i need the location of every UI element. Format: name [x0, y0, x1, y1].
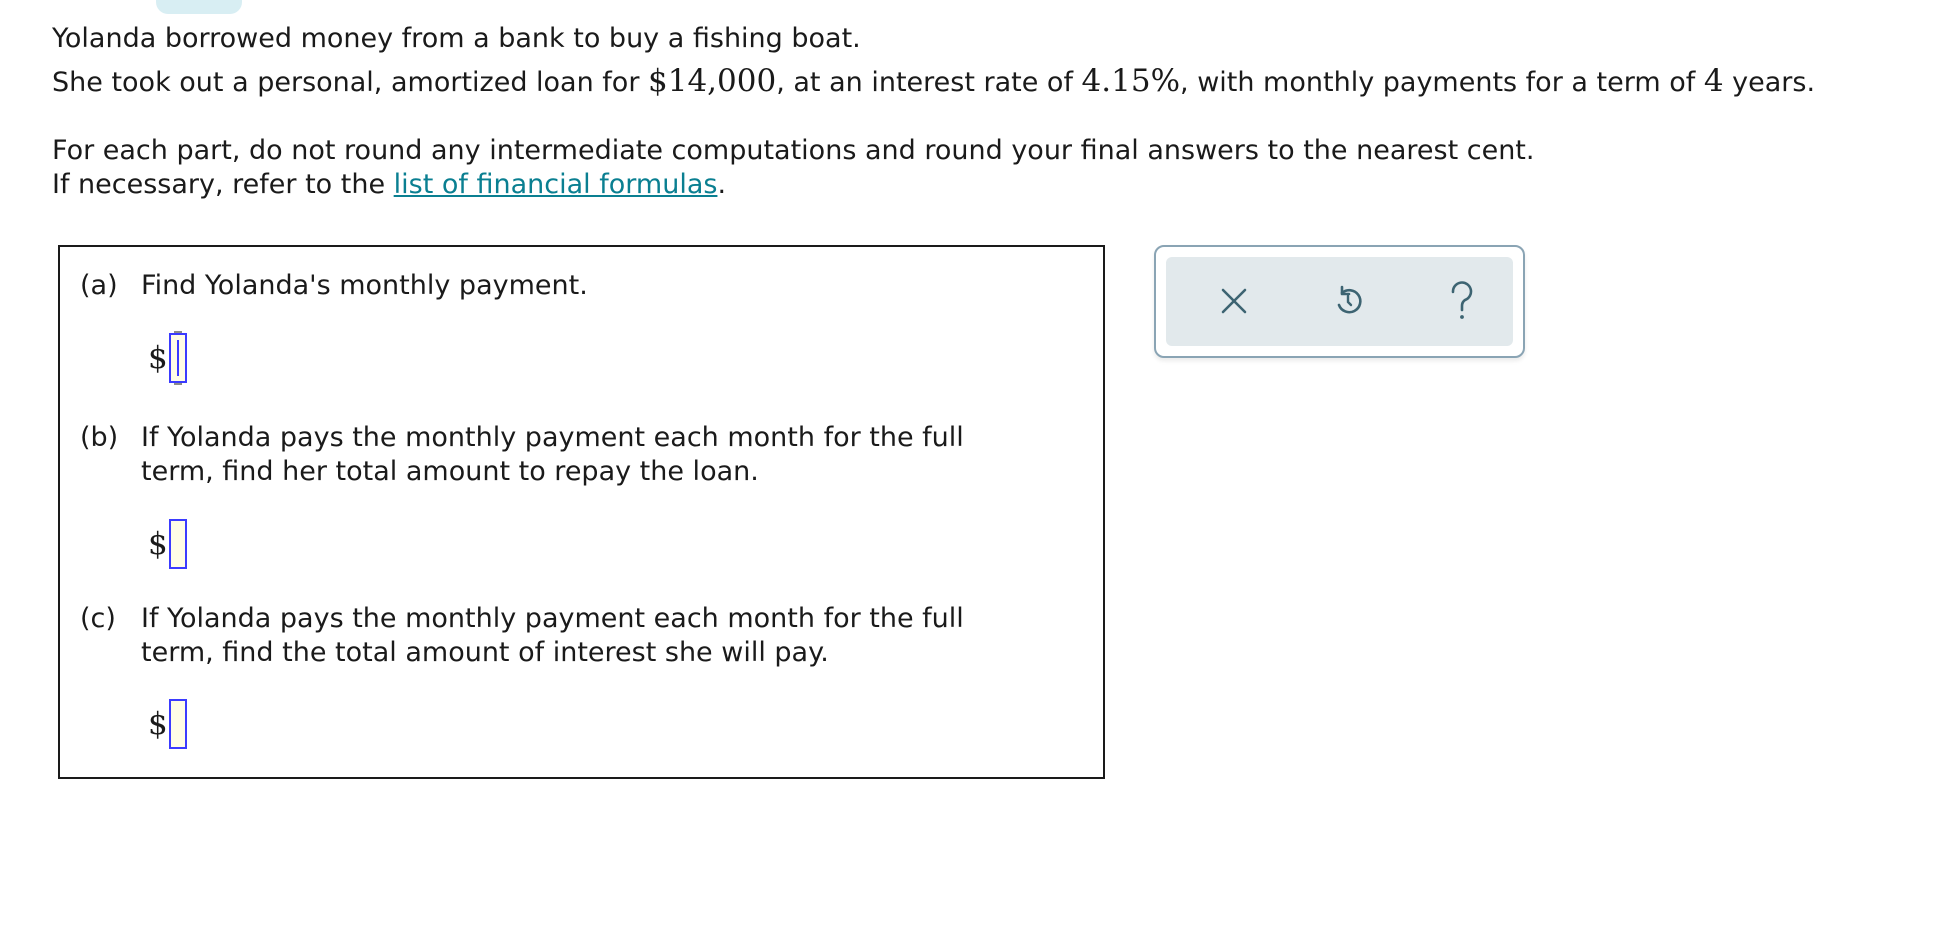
problem-line-2: She took out a personal, amortized loan …: [52, 60, 1932, 104]
top-tab[interactable]: [156, 0, 242, 14]
instructions: For each part, do not round any intermed…: [52, 134, 1534, 202]
close-icon: [1221, 288, 1247, 314]
undo-button[interactable]: [1322, 275, 1374, 327]
cursor-tick-top: [173, 331, 182, 333]
help-icon: [1451, 281, 1473, 319]
answer-b-input[interactable]: [168, 519, 187, 569]
part-b: (b) If Yolanda pays the monthly payment …: [80, 421, 1041, 489]
instructions-line-2: If necessary, refer to the list of finan…: [52, 168, 1534, 202]
answer-b: $: [148, 519, 187, 569]
answer-b-currency: $: [148, 526, 168, 562]
loan-amount: $14,000: [648, 63, 777, 99]
cursor-tick-bottom: [173, 383, 182, 385]
part-c-text: If Yolanda pays the monthly payment each…: [141, 603, 964, 668]
answer-a-input[interactable]: [168, 331, 187, 385]
part-a-letter: (a): [80, 270, 118, 301]
clear-button[interactable]: [1208, 275, 1260, 327]
part-b-letter: (b): [80, 422, 119, 453]
toolbar-inner: [1166, 257, 1513, 346]
question-box: (a) Find Yolanda's monthly payment. $ (b…: [58, 245, 1105, 779]
undo-icon: [1337, 285, 1362, 314]
instructions-line-1: For each part, do not round any intermed…: [52, 135, 1535, 166]
help-button[interactable]: [1436, 275, 1488, 327]
answer-a: $: [148, 331, 187, 385]
instructions-line-2-end: .: [717, 169, 727, 200]
answer-a-currency: $: [148, 340, 168, 376]
problem-statement: Yolanda borrowed money from a bank to bu…: [52, 18, 1932, 104]
problem-line-2-middle-2: , with monthly payments for a term of: [1180, 67, 1704, 98]
part-b-text: If Yolanda pays the monthly payment each…: [141, 422, 964, 487]
loan-term: 4: [1703, 63, 1724, 99]
answer-c: $: [148, 699, 187, 749]
answer-toolbar: [1154, 245, 1525, 358]
problem-line-2-start: She took out a personal, amortized loan …: [52, 67, 649, 98]
problem-line-2-end: years.: [1723, 67, 1816, 98]
page: Yolanda borrowed money from a bank to bu…: [0, 0, 1946, 940]
answer-c-currency: $: [148, 706, 168, 742]
interest-rate: 4.15%: [1081, 63, 1181, 99]
answer-c-input[interactable]: [168, 699, 187, 749]
instructions-line-2-start: If necessary, refer to the: [52, 169, 394, 200]
part-a-text: Find Yolanda's monthly payment.: [141, 270, 588, 301]
problem-line-1: Yolanda borrowed money from a bank to bu…: [52, 23, 861, 54]
part-c-letter: (c): [80, 603, 116, 634]
financial-formulas-link[interactable]: list of financial formulas: [394, 169, 718, 200]
problem-line-2-middle: , at an interest rate of: [776, 67, 1082, 98]
text-cursor: [176, 340, 179, 376]
part-a: (a) Find Yolanda's monthly payment.: [80, 269, 1041, 303]
part-c: (c) If Yolanda pays the monthly payment …: [80, 602, 1041, 670]
